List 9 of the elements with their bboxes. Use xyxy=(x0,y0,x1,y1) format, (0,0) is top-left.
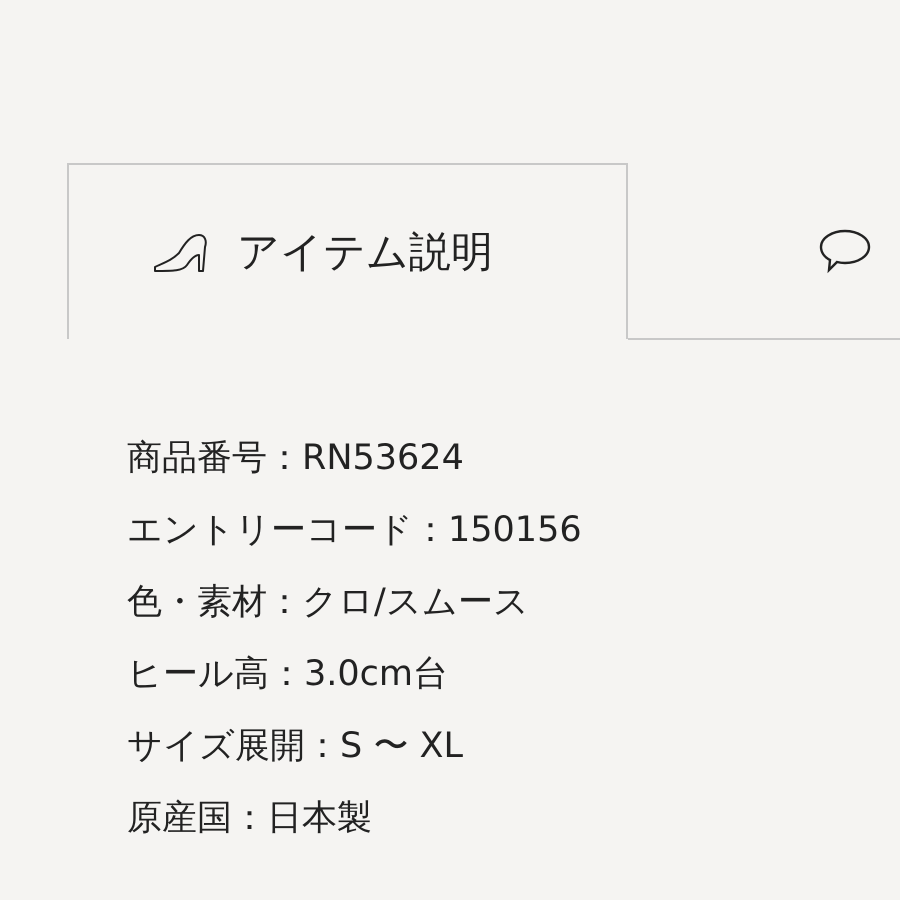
detail-line: 色・素材：クロ/スムース xyxy=(127,581,530,624)
detail-line: サイズ展開：S 〜 XL xyxy=(127,725,464,768)
detail-line: 商品番号：RN53624 xyxy=(127,437,465,480)
high-heel-shoe-icon xyxy=(153,231,209,273)
detail-line: 原産国：日本製 xyxy=(127,797,373,840)
speech-bubble-icon xyxy=(818,228,872,274)
detail-line: エントリーコード：150156 xyxy=(127,509,583,552)
detail-line: ヒール高：3.0cm台 xyxy=(127,653,449,696)
tab[interactable]: アイテム説明 xyxy=(67,163,628,339)
